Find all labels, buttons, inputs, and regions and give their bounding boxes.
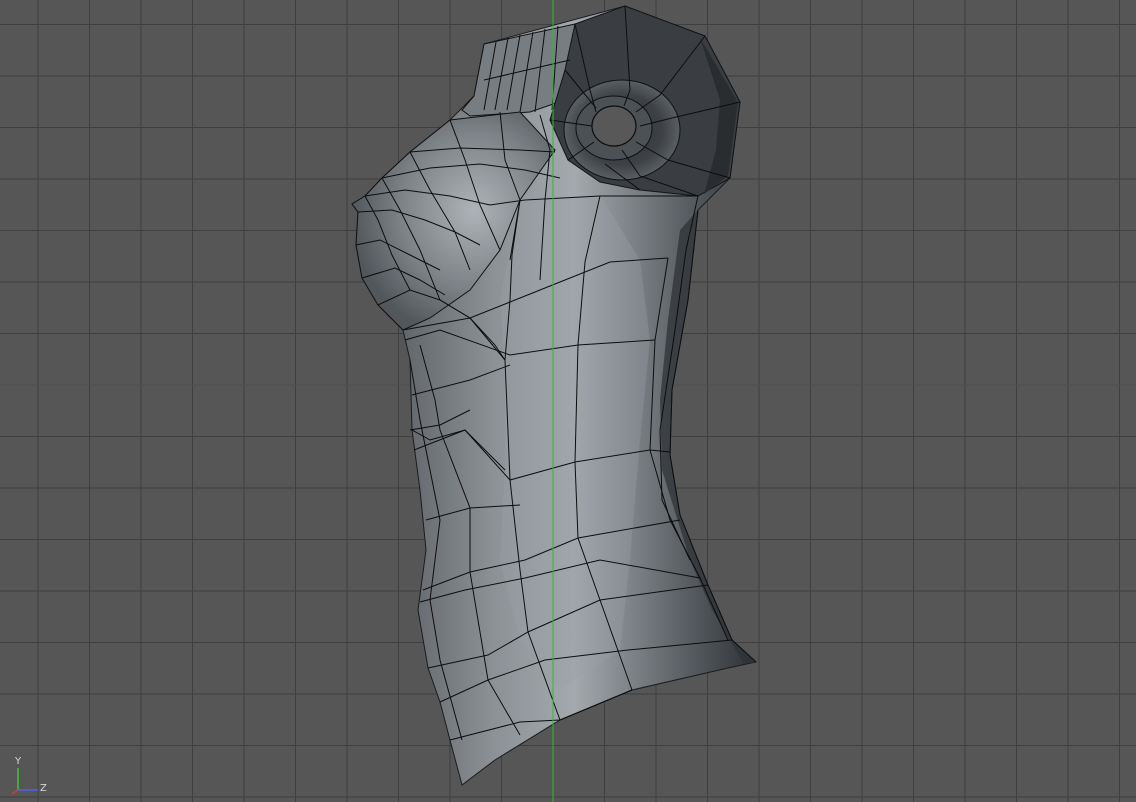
z-axis-label: Z [40, 783, 47, 794]
3d-viewport[interactable]: Y Z [0, 0, 1136, 802]
y-axis-label: Y [15, 756, 22, 767]
x-axis-arrow [11, 789, 19, 795]
axis-gizmo: Y Z [8, 756, 52, 796]
torso-mesh[interactable] [351, 5, 758, 786]
viewport-canvas[interactable] [0, 0, 1136, 802]
socket-hole [591, 105, 637, 147]
